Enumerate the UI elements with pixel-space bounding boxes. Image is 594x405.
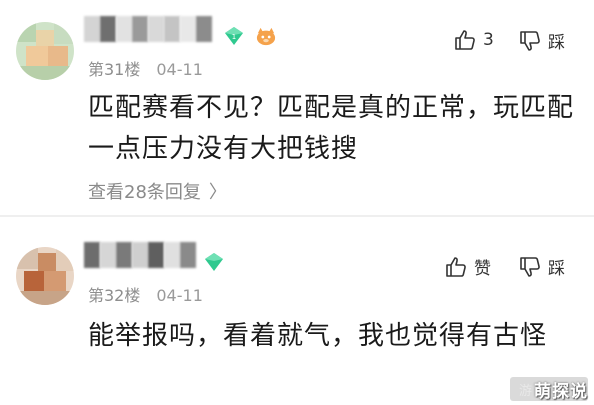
- view-replies-label: 查看28条回复: [88, 182, 201, 203]
- like-button[interactable]: 赞: [444, 254, 491, 279]
- thumbs-up-icon: [446, 256, 466, 277]
- comment-thread: 1 3 踩 第31楼 04-11 匹配赛看不见？匹配是真的正常，玩匹配一点压力没有…: [0, 0, 594, 405]
- comment-item: 1 3 踩 第31楼 04-11 匹配赛看不见？匹配是真的正常，玩匹配一点压力没有…: [0, 0, 594, 215]
- username-blurred[interactable]: [84, 242, 196, 268]
- thumbs-down-icon: [520, 30, 540, 51]
- comment-text: 匹配赛看不见？匹配是真的正常，玩匹配一点压力没有大把钱搜: [88, 93, 575, 164]
- avatar[interactable]: [16, 22, 74, 80]
- comment-date: 04-11: [156, 60, 203, 79]
- pet-face-icon: [256, 27, 276, 46]
- dislike-button[interactable]: 踩: [518, 254, 565, 279]
- watermark: 游 萌探说: [510, 377, 588, 402]
- like-count: 3: [483, 30, 494, 50]
- diamond-badge-icon: 1: [225, 27, 243, 45]
- dislike-label: 踩: [548, 33, 565, 53]
- thumbs-down-icon: [520, 256, 540, 277]
- comment-text: 能举报吗，看着就气，我也觉得有古怪: [88, 321, 548, 351]
- comment-meta: 第31楼 04-11: [88, 56, 203, 80]
- like-button[interactable]: 3: [453, 28, 494, 52]
- chevron-right-icon: 〉: [208, 182, 227, 203]
- svg-text:1: 1: [232, 33, 236, 41]
- dislike-label: 踩: [548, 259, 565, 279]
- watermark-prefix: 游: [518, 383, 532, 399]
- avatar[interactable]: [16, 247, 74, 305]
- comment-meta: 第32楼 04-11: [88, 282, 203, 306]
- floor-number: 第31楼: [88, 60, 141, 79]
- username-blurred[interactable]: [84, 16, 212, 42]
- watermark-text: 萌探说: [534, 381, 588, 402]
- like-label: 赞: [474, 259, 491, 279]
- thumbs-up-icon: [455, 30, 475, 50]
- diamond-badge-icon: [205, 253, 223, 271]
- floor-number: 第32楼: [88, 286, 141, 305]
- dislike-button[interactable]: 踩: [518, 28, 565, 53]
- comment-date: 04-11: [156, 286, 203, 305]
- view-replies-link[interactable]: 查看28条回复 〉: [88, 178, 227, 204]
- divider: [0, 215, 594, 217]
- comment-item: 赞 踩 第32楼 04-11 能举报吗，看着就气，我也觉得有古怪: [0, 224, 594, 405]
